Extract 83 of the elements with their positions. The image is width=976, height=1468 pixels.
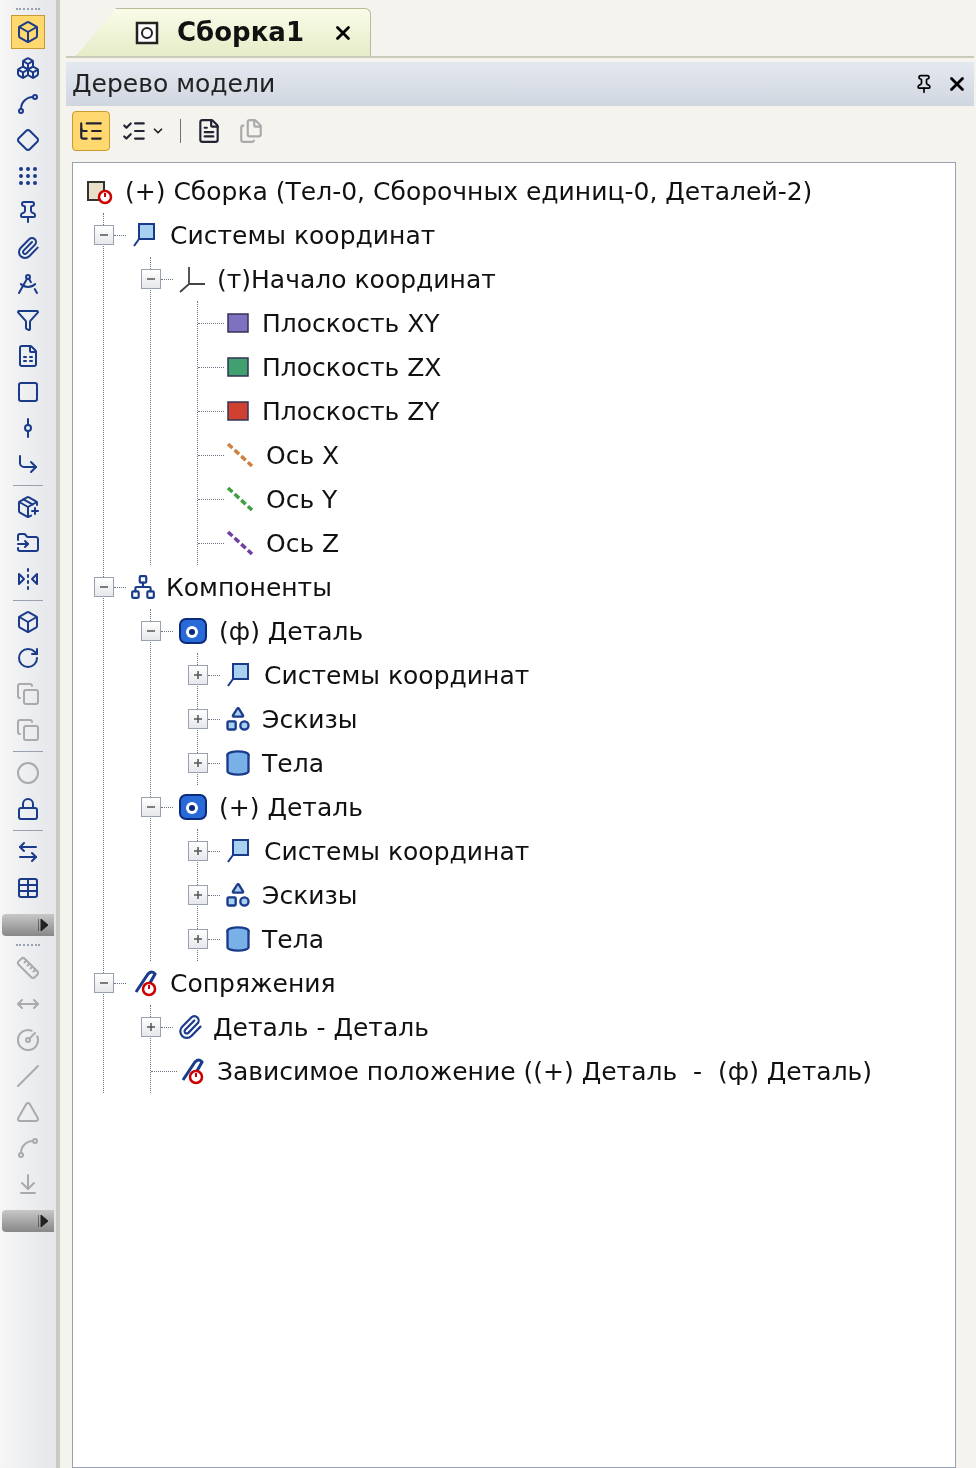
collapse-button[interactable] xyxy=(141,269,161,289)
document-tab[interactable]: Сборка1 xyxy=(76,8,371,56)
axis-icon xyxy=(224,484,256,514)
plus-icon xyxy=(192,933,204,945)
tree-item-label[interactable]: Эскизы xyxy=(262,882,358,908)
compass-icon xyxy=(16,272,40,296)
play-icon xyxy=(38,1215,48,1227)
part-icon xyxy=(177,792,209,822)
toolbar-button[interactable] xyxy=(72,111,110,151)
elbow-icon xyxy=(16,452,40,476)
axis-icon xyxy=(224,440,256,470)
diamond-icon xyxy=(16,128,40,152)
curve-icon xyxy=(16,92,40,116)
collapse-button[interactable] xyxy=(94,225,114,245)
toolbar-button[interactable] xyxy=(11,15,45,49)
tree-item-label[interactable]: (+) Деталь xyxy=(219,794,363,820)
component-tree-icon xyxy=(130,574,156,600)
tree-item-label[interactable]: Ось X xyxy=(266,442,340,468)
folder-icon xyxy=(16,531,40,555)
lock-icon xyxy=(16,797,40,821)
swap-icon xyxy=(16,840,40,864)
add-component-icon xyxy=(16,495,40,519)
plus-icon xyxy=(192,757,204,769)
tab-title: Сборка1 xyxy=(177,16,304,49)
expand-toolbar-button[interactable] xyxy=(2,914,54,936)
expand-button[interactable] xyxy=(188,753,208,773)
mirror-icon xyxy=(16,567,40,591)
cylinder-icon xyxy=(224,749,252,777)
tree-item-label[interactable]: Зависимое положение ((+) Деталь - (ф) Деталь) xyxy=(217,1058,873,1084)
expand-button[interactable] xyxy=(188,885,208,905)
plus-icon xyxy=(192,669,204,681)
tree-item-label[interactable]: Плоскость ZY xyxy=(262,398,440,424)
expand-button[interactable] xyxy=(188,709,208,729)
box-icon xyxy=(16,20,40,44)
tree-item-label[interactable]: Эскизы xyxy=(262,706,358,732)
plus-icon xyxy=(145,1021,157,1033)
collapse-button[interactable] xyxy=(94,973,114,993)
rotate-icon xyxy=(16,646,40,670)
plus-icon xyxy=(192,845,204,857)
part-icon xyxy=(177,616,209,646)
tree-item-label[interactable]: (т)Начало координат xyxy=(217,266,496,292)
expand-button[interactable] xyxy=(188,665,208,685)
paperclip-icon xyxy=(16,236,40,260)
tree-item-label[interactable]: Плоскость XY xyxy=(262,310,440,336)
tree-item-label[interactable]: Системы координат xyxy=(264,662,530,688)
tree-item-label[interactable]: Ось Y xyxy=(266,486,338,512)
axes-icon xyxy=(177,264,207,294)
expand-button[interactable] xyxy=(188,841,208,861)
tree-item-label[interactable]: Деталь - Деталь xyxy=(213,1014,429,1040)
tree-item-label[interactable]: (+) Сборка (Тел-0, Сборочных единиц-0, Деталей-2) xyxy=(125,178,813,204)
sphere-icon xyxy=(16,761,40,785)
paperclip-icon xyxy=(177,1014,203,1040)
collapse-button[interactable] xyxy=(94,577,114,597)
tree-item-label[interactable]: Компоненты xyxy=(166,574,332,600)
cylinder-icon xyxy=(224,925,252,953)
plus-icon xyxy=(192,889,204,901)
spreadsheet-icon xyxy=(16,344,40,368)
plus-icon xyxy=(192,713,204,725)
tree-item-label[interactable]: Системы координат xyxy=(170,222,436,248)
tree-item-label[interactable]: Тела xyxy=(262,926,324,952)
tree-item-label[interactable]: Системы координат xyxy=(264,838,530,864)
frame-icon xyxy=(16,380,40,404)
expand-button[interactable] xyxy=(141,1017,161,1037)
tree-item-label[interactable]: (ф) Деталь xyxy=(219,618,364,644)
axis-icon xyxy=(224,528,256,558)
copy-icon xyxy=(16,682,40,706)
dots-icon xyxy=(16,164,40,188)
document-icon xyxy=(196,118,222,144)
collapse-button[interactable] xyxy=(141,621,161,641)
filter-icon xyxy=(16,308,40,332)
play-icon xyxy=(38,919,48,931)
tree-item-label[interactable]: Ось Z xyxy=(266,530,340,556)
cube-icon xyxy=(16,56,40,80)
expand-toolbar-button[interactable] xyxy=(2,1210,54,1232)
tree-item-label[interactable]: Тела xyxy=(262,750,324,776)
collapse-button[interactable] xyxy=(141,797,161,817)
table-icon xyxy=(16,876,40,900)
pin-icon[interactable] xyxy=(914,74,934,94)
tree-item-label[interactable]: Сопряжения xyxy=(170,970,336,996)
expand-button[interactable] xyxy=(188,929,208,949)
panel-title: Дерево модели xyxy=(72,68,277,101)
tree-item-label[interactable]: Плоскость ZX xyxy=(262,354,442,380)
documents-icon xyxy=(238,118,264,144)
